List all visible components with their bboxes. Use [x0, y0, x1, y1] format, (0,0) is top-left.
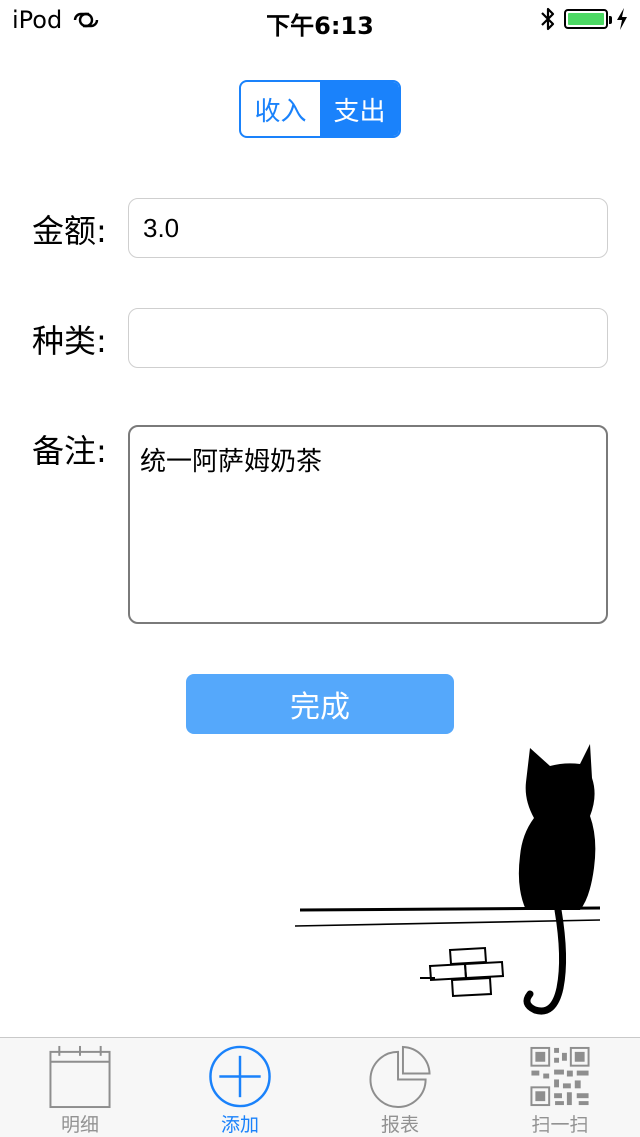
tab-scan[interactable]: 扫一扫 — [480, 1038, 640, 1137]
segment-expense[interactable]: 支出 — [320, 82, 399, 136]
tab-scan-label: 扫一扫 — [531, 1114, 589, 1136]
calendar-icon — [49, 1045, 111, 1109]
bluetooth-icon — [541, 7, 555, 31]
pie-chart-icon — [369, 1045, 431, 1109]
category-label: 种类: — [32, 322, 107, 360]
tab-details[interactable]: 明细 — [0, 1038, 160, 1137]
cat-illustration — [294, 744, 601, 1015]
note-textarea[interactable]: 统一阿萨姆奶茶 — [128, 425, 608, 624]
income-expense-segmented-control: 收入 支出 — [239, 80, 401, 138]
tab-report[interactable]: 报表 — [320, 1038, 480, 1137]
add-circle-icon — [209, 1045, 271, 1108]
amount-label: 金额: — [32, 212, 107, 250]
tab-add[interactable]: 添加 — [160, 1038, 320, 1137]
category-field[interactable] — [128, 308, 608, 368]
amount-field[interactable] — [128, 198, 608, 258]
charging-icon — [617, 8, 627, 30]
tab-report-label: 报表 — [380, 1114, 419, 1136]
battery-icon — [564, 9, 612, 29]
status-right — [540, 6, 628, 32]
segment-income[interactable]: 收入 — [241, 82, 320, 136]
done-button[interactable]: 完成 — [186, 674, 454, 734]
tab-bar: 明细 添加 报表 扫一扫 — [0, 1037, 640, 1137]
battery-level — [568, 13, 604, 25]
qr-code-icon — [530, 1046, 590, 1107]
note-label: 备注: — [32, 432, 107, 470]
tab-details-label: 明细 — [60, 1114, 99, 1136]
tab-add-label: 添加 — [220, 1114, 259, 1136]
status-bar: iPod 下午6:13 — [0, 0, 640, 40]
